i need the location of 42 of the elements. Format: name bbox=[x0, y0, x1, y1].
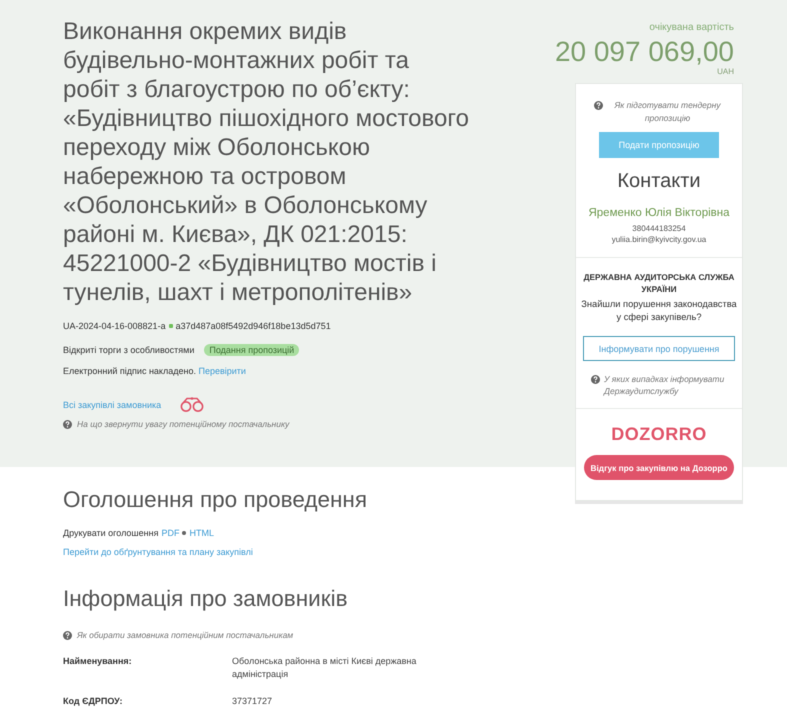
contact-email: yuliia.birin@kyivcity.gov.ua bbox=[612, 234, 706, 245]
plan-link[interactable]: Перейти до обґрунтування та плану закупівлі bbox=[63, 546, 253, 558]
currency-label: UAH bbox=[717, 67, 735, 77]
field-value: Оболонська районна в місті Києві державна адміністрація bbox=[232, 655, 418, 681]
status-badge: Подання пропозицій bbox=[204, 344, 300, 356]
section-heading: Інформація про замовників bbox=[63, 585, 348, 613]
question-icon bbox=[63, 630, 72, 640]
contact-name: Яременко Юлія Вікторівна bbox=[588, 206, 730, 221]
report-violation-button[interactable]: Інформувати про порушення bbox=[583, 336, 735, 361]
contact-phone: 380444183254 bbox=[632, 223, 686, 234]
review-button[interactable]: Відгук про закупівлю на Дозорро bbox=[584, 455, 734, 480]
tender-id: UA-2024-04-16-008821-a bbox=[63, 320, 166, 332]
site-logo: DOZORRO bbox=[611, 425, 707, 443]
help-link[interactable]: У яких випадках інформувати Держаудитслужбу bbox=[604, 373, 734, 397]
signature-note: Електронний підпис накладено. Перевірити bbox=[63, 365, 246, 377]
print-label: Друкувати оголошення bbox=[63, 527, 158, 539]
field-label: Найменування: bbox=[63, 655, 133, 668]
field-label: Код ЄДРПОУ: bbox=[63, 695, 124, 708]
verify-link[interactable]: Перевірити bbox=[198, 366, 246, 376]
print-link[interactable]: PDF bbox=[161, 527, 180, 539]
section-heading: Оголошення про проведення bbox=[63, 486, 368, 514]
help-link[interactable]: Як підготувати тендерну пропозицію bbox=[607, 99, 728, 125]
audit-service-heading: ДЕРЖАВНА АУДИТОРСЬКА СЛУЖБА УКРАЇНИ bbox=[582, 271, 736, 295]
bullet-icon bbox=[168, 324, 173, 328]
audit-question: Знайшли порушення законодавства у сфері закупівель? bbox=[580, 298, 738, 324]
procedure-type: Відкриті торги з особливостями bbox=[63, 344, 194, 356]
binoculars-icon bbox=[180, 397, 204, 412]
submit-offer-button[interactable]: Подати пропозицію bbox=[599, 132, 719, 158]
field-value: 37371727 bbox=[232, 695, 274, 708]
tender-title: Виконання окремих видів будівельно-монтажних робіт та робіт з благоустрою по об’єкту: «Будівництво пішохідного мостового переходу між Оболонською набережною та островом «Оболонський» в Оболонському районі м. Києва», ДК 021:2015: 45221000-2 «Будівництво мостів і тунелів, шахт і метрополітенів» bbox=[63, 17, 470, 307]
bullet-icon bbox=[182, 531, 186, 535]
value-label: очікувана вартість bbox=[649, 22, 735, 34]
customer-tenders-link[interactable]: Всі закупівлі замовника bbox=[63, 398, 162, 410]
question-icon bbox=[591, 375, 600, 384]
expected-value: 20 097 069,00 bbox=[554, 37, 735, 67]
help-link[interactable]: Як обирати замовника потенційним постачальникам bbox=[77, 629, 294, 641]
question-icon bbox=[63, 420, 72, 428]
contacts-heading: Контакти bbox=[617, 169, 701, 193]
print-link[interactable]: HTML bbox=[189, 527, 214, 539]
question-icon bbox=[594, 101, 603, 110]
help-link[interactable]: На що звернути увагу потенційному постачальнику bbox=[77, 418, 290, 430]
tender-hash: a37d487a08f5492d946f18be13d5d751 bbox=[176, 320, 331, 332]
